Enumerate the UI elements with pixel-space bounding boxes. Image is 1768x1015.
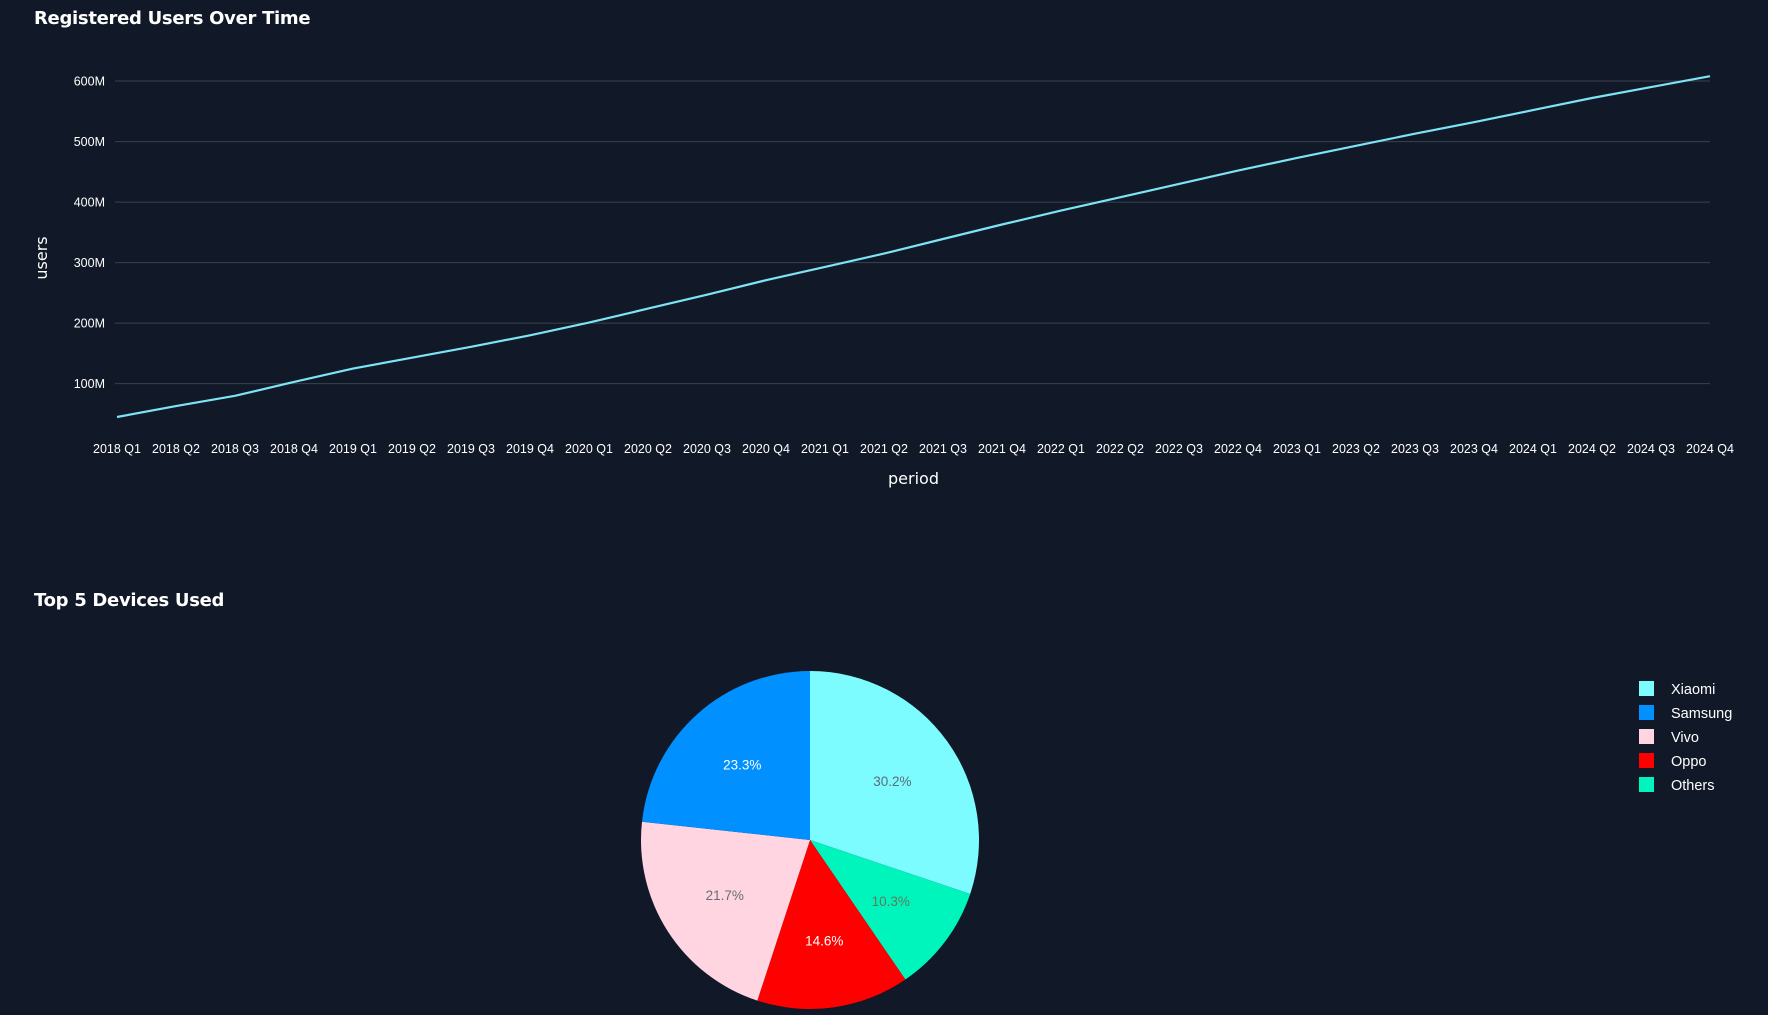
pie-chart: 30.2% 10.3% 14.6% 21.7% 23.3% Xiaomi Samsung Vi… [641, 671, 1732, 1009]
slice-label: 30.2% [873, 774, 911, 789]
slice-label: 14.6% [805, 933, 843, 948]
legend-swatch [1639, 753, 1654, 768]
legend-label: Xiaomi [1671, 682, 1715, 698]
legend-label: Vivo [1671, 730, 1699, 746]
slice-label: 10.3% [872, 894, 910, 909]
legend-label: Others [1671, 778, 1715, 794]
pie-slice-samsung [641, 671, 810, 840]
legend-swatch [1639, 705, 1654, 720]
slice-label: 21.7% [706, 888, 744, 903]
legend-swatch [1639, 681, 1654, 696]
legend-swatch [1639, 729, 1654, 744]
slice-label: 23.3% [723, 758, 761, 773]
legend-label: Oppo [1671, 754, 1706, 770]
legend-swatch [1639, 777, 1654, 792]
legend-label: Samsung [1671, 706, 1732, 722]
